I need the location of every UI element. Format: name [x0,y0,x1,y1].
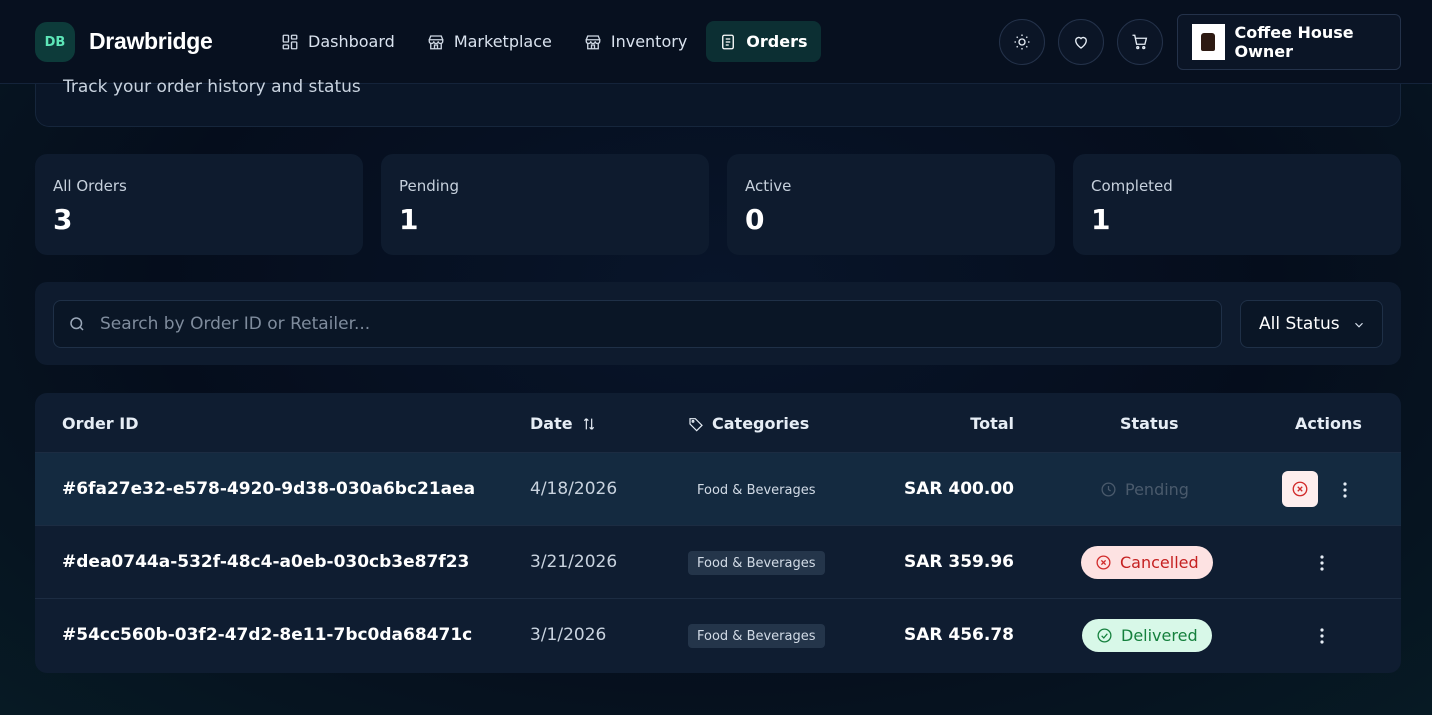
status-badge: Pending [1086,473,1203,506]
page-subtitle: Track your order history and status [63,77,361,97]
column-header-label: Categories [712,414,810,433]
column-header-label: Actions [1295,414,1362,433]
stat-card-all-orders: All Orders 3 [35,154,363,255]
order-total: SAR 359.96 [903,552,1014,572]
top-navbar: DB Drawbridge Dashboard Marketplace Inve… [0,0,1432,84]
status-filter-value: All Status [1259,314,1340,334]
search-box[interactable] [53,300,1222,348]
x-circle-icon [1292,481,1308,497]
stat-card-pending: Pending 1 [381,154,709,255]
order-date: 4/18/2026 [530,479,618,499]
column-header-label: Order ID [62,414,139,433]
check-circle-icon [1097,628,1112,643]
sort-icon[interactable] [581,416,597,432]
cancel-order-button[interactable] [1282,471,1318,507]
nav-inventory[interactable]: Inventory [571,21,700,62]
status-label: Delivered [1121,626,1198,645]
filter-bar: All Status [35,282,1401,365]
column-header-date[interactable]: Date [530,414,597,433]
profile-menu[interactable]: Coffee House Owner [1177,14,1401,70]
category-chip: Food & Beverages [688,551,825,575]
sun-icon [1014,34,1030,50]
more-vertical-icon [1320,628,1324,644]
nav-marketplace-label: Marketplace [453,32,552,51]
nav-dashboard[interactable]: Dashboard [268,21,408,62]
brand-name[interactable]: Drawbridge [89,28,213,55]
order-date: 3/21/2026 [530,552,618,572]
order-total: SAR 400.00 [903,479,1014,499]
order-date: 3/1/2026 [530,625,607,645]
status-badge: Cancelled [1081,546,1213,579]
search-icon [70,317,84,331]
store-icon [585,34,601,49]
nav-inventory-label: Inventory [610,32,688,51]
stat-value: 0 [745,203,765,236]
column-header-total: Total [970,414,1014,433]
logo-badge[interactable]: DB [35,22,75,62]
more-vertical-icon [1343,482,1347,498]
clock-icon [1101,482,1116,497]
column-header-label: Status [1120,414,1179,433]
heart-icon [1075,36,1087,49]
status-label: Pending [1125,480,1189,499]
more-options-button[interactable] [1312,625,1332,647]
order-id[interactable]: #dea0744a-532f-48c4-a0eb-030cb3e87f23 [62,552,469,572]
column-header-categories: Categories [688,414,809,433]
store-icon [428,34,444,49]
favorites-button[interactable] [1058,19,1104,65]
stat-label: All Orders [53,177,127,195]
theme-toggle-button[interactable] [999,19,1045,65]
table-row[interactable]: #dea0744a-532f-48c4-a0eb-030cb3e87f23 3/… [35,526,1401,599]
more-options-button[interactable] [1312,552,1332,574]
column-header-order-id: Order ID [62,414,139,433]
profile-name: Coffee House Owner [1234,23,1354,61]
stat-card-completed: Completed 1 [1073,154,1401,255]
coffee-logo-icon [1201,33,1216,51]
tag-icon [689,417,703,432]
status-label: Cancelled [1120,553,1199,572]
x-circle-icon [1096,555,1111,570]
cart-icon [1132,34,1148,50]
chevron-down-icon [1355,322,1363,328]
nav-orders[interactable]: Orders [706,21,821,62]
main-nav: Dashboard Marketplace Inventory Orders [268,21,821,62]
table-row[interactable]: #54cc560b-03f2-47d2-8e11-7bc0da68471c 3/… [35,599,1401,672]
stat-value: 3 [53,203,73,236]
nav-orders-label: Orders [746,32,808,51]
avatar [1192,24,1225,60]
category-chip: Food & Beverages [697,482,816,498]
stat-label: Pending [399,177,459,195]
table-header: Order ID Date Categories Total Status Ac… [35,393,1401,453]
more-options-button[interactable] [1335,479,1355,501]
column-header-actions: Actions [1295,414,1362,433]
cart-button[interactable] [1117,19,1163,65]
column-header-status: Status [1120,414,1179,433]
stat-value: 1 [1091,203,1111,236]
orders-table: Order ID Date Categories Total Status Ac… [35,393,1401,673]
dashboard-grid-icon [282,34,298,49]
nav-marketplace[interactable]: Marketplace [414,21,565,62]
order-id[interactable]: #6fa27e32-e578-4920-9d38-030a6bc21aea [62,479,475,499]
column-header-label: Date [530,414,573,433]
status-filter-select[interactable]: All Status [1240,300,1383,348]
table-row[interactable]: #6fa27e32-e578-4920-9d38-030a6bc21aea 4/… [35,453,1401,526]
nav-dashboard-label: Dashboard [308,32,395,51]
stat-card-active: Active 0 [727,154,1055,255]
stat-value: 1 [399,203,419,236]
stat-label: Active [745,177,792,195]
search-input[interactable] [100,314,1100,334]
category-chip: Food & Beverages [688,624,825,648]
stat-label: Completed [1091,177,1173,195]
column-header-label: Total [970,414,1014,433]
document-list-icon [722,34,735,49]
status-badge: Delivered [1082,619,1212,652]
more-vertical-icon [1320,555,1324,571]
order-id[interactable]: #54cc560b-03f2-47d2-8e11-7bc0da68471c [62,625,472,645]
order-total: SAR 456.78 [903,625,1014,645]
